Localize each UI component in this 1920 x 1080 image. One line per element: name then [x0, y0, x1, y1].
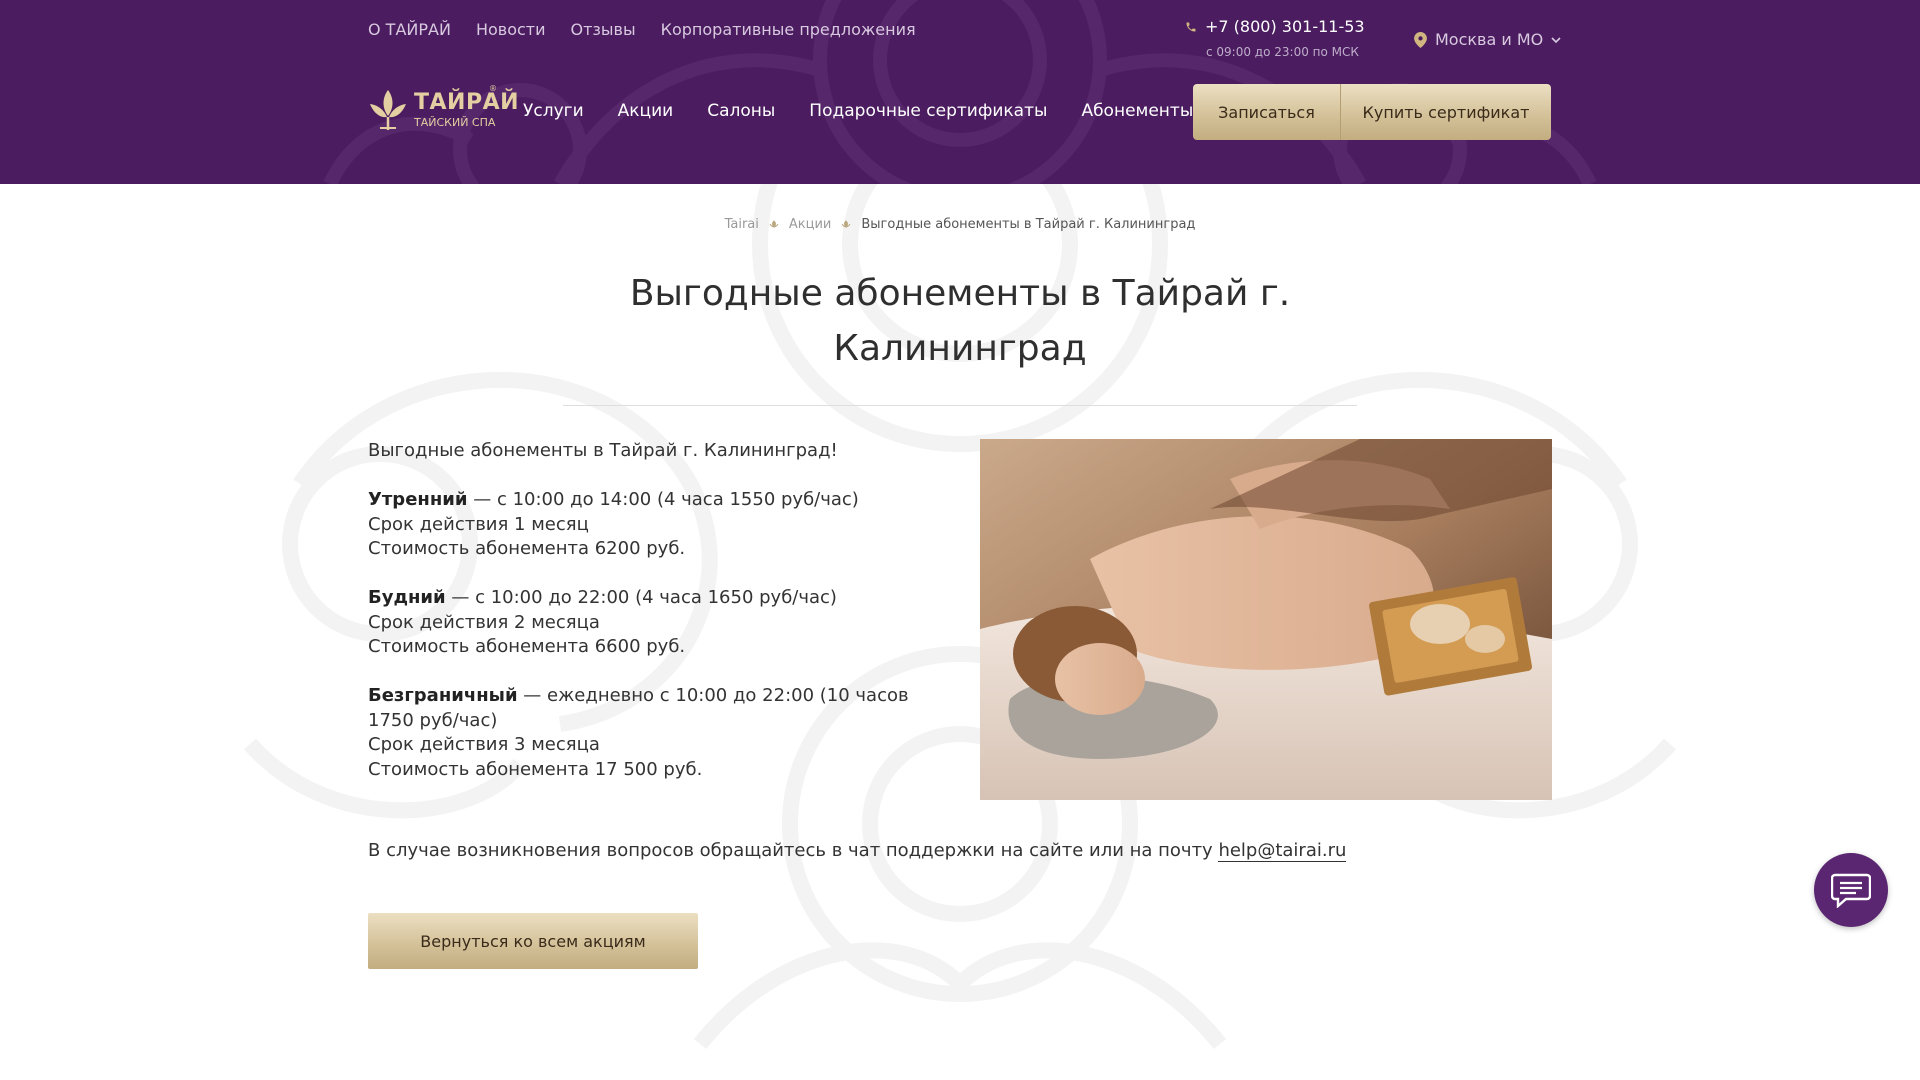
plan-name: Безграничный: [368, 685, 518, 706]
phone-icon: [1186, 22, 1196, 31]
header-ornament-pattern: [323, 0, 1597, 184]
title-divider: [563, 405, 1357, 406]
support-email-link[interactable]: help@tairai.ru: [1218, 840, 1347, 862]
plan-time: — с 10:00 до 22:00 (4 часа 1650 руб/час): [445, 587, 837, 608]
buy-certificate-button[interactable]: Купить сертификат: [1341, 84, 1551, 140]
header-actions: Записаться Купить сертификат: [1193, 84, 1551, 140]
plan-validity: Срок действия 1 месяц: [368, 513, 589, 535]
logo-registered-mark: ®: [489, 84, 497, 93]
back-to-promotions-button[interactable]: Вернуться ко всем акциям: [368, 913, 698, 969]
breadcrumb-current: Выгодные абонементы в Тайрай г. Калининг…: [861, 217, 1196, 232]
plan-validity: Срок действия 3 месяца: [368, 734, 600, 755]
intro-text: Выгодные абонементы в Тайрай г. Калининг…: [368, 440, 838, 461]
plan-unlimited: Безграничный — ежедневно с 10:00 до 22:0…: [368, 684, 938, 782]
top-navigation: О ТАЙРАЙ Новости Отзывы Корпоративные пр…: [368, 20, 916, 39]
top-nav-reviews[interactable]: Отзывы: [571, 20, 636, 39]
phone-number[interactable]: +7 (800) 301-11-53: [1205, 17, 1365, 36]
top-nav-about[interactable]: О ТАЙРАЙ: [368, 20, 451, 39]
location-pin-icon: [1414, 31, 1427, 48]
nav-salons[interactable]: Салоны: [707, 101, 775, 121]
leaf-separator-icon: [841, 219, 851, 228]
city-selector[interactable]: Москва и МО: [1414, 30, 1561, 49]
massage-photo: [980, 439, 1552, 800]
chat-icon: [1831, 873, 1871, 908]
lotus-logo-icon: [370, 90, 406, 130]
support-text: В случае возникновения вопросов обращайт…: [368, 840, 1347, 862]
site-header: О ТАЙРАЙ Новости Отзывы Корпоративные пр…: [0, 0, 1920, 184]
logo-subtitle: ТАЙСКИЙ СПА: [414, 116, 496, 129]
plan-morning: Утренний — с 10:00 до 14:00 (4 часа 1550…: [368, 488, 938, 562]
book-button[interactable]: Записаться: [1193, 84, 1341, 140]
plan-validity: Срок действия 2 месяца: [368, 611, 600, 633]
breadcrumb-home[interactable]: Tairai: [725, 217, 759, 232]
support-message: В случае возникновения вопросов обращайт…: [368, 840, 1219, 861]
nav-promotions[interactable]: Акции: [618, 101, 674, 121]
top-nav-corporate[interactable]: Корпоративные предложения: [661, 20, 916, 39]
plan-price: Стоимость абонемента 17 500 руб.: [368, 758, 703, 780]
nav-gift-certificates[interactable]: Подарочные сертификаты: [809, 101, 1047, 121]
plan-time: — с 10:00 до 14:00 (4 часа 1550 руб/час): [467, 489, 859, 510]
nav-services[interactable]: Услуги: [523, 101, 584, 121]
plan-weekday: Будний — с 10:00 до 22:00 (4 часа 1650 р…: [368, 586, 938, 660]
page-title: Выгодные абонементы в Тайрай г. Калининг…: [629, 273, 1291, 369]
chevron-down-icon: [1551, 36, 1561, 43]
logo-name: ТАЙРАЙ: [414, 90, 520, 115]
leaf-separator-icon: [769, 219, 779, 228]
breadcrumb-promotions[interactable]: Акции: [789, 217, 832, 232]
phone-hours: с 09:00 до 23:00 по МСК: [1206, 45, 1359, 59]
plan-price: Стоимость абонемента 6200 руб.: [368, 538, 686, 559]
logo-text: ТАЙРАЙ ТАЙСКИЙ СПА: [414, 90, 520, 129]
site-logo[interactable]: ТАЙРАЙ ТАЙСКИЙ СПА ®: [368, 84, 520, 132]
phone-contact[interactable]: +7 (800) 301-11-53: [1185, 17, 1365, 36]
chat-button[interactable]: [1814, 853, 1888, 927]
plan-price: Стоимость абонемента 6600 руб.: [368, 636, 686, 657]
plan-name: Утренний: [368, 489, 468, 510]
top-nav-news[interactable]: Новости: [476, 20, 546, 39]
city-label[interactable]: Москва и МО: [1435, 30, 1543, 49]
plan-name: Будний: [368, 587, 446, 608]
main-navigation: Услуги Акции Салоны Подарочные сертифика…: [523, 101, 1193, 121]
nav-subscriptions[interactable]: Абонементы: [1081, 101, 1193, 121]
breadcrumb: Tairai Акции Выгодные абонементы в Тайра…: [0, 217, 1920, 232]
